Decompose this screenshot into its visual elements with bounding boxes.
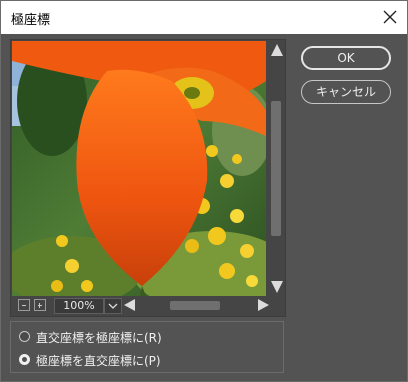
title-bar: 極座標: [1, 1, 407, 34]
zoom-level-field[interactable]: 100%: [54, 298, 104, 314]
scroll-left-arrow-icon[interactable]: [124, 299, 135, 311]
preview-panel: 100%: [10, 39, 286, 317]
horizontal-scroll-thumb[interactable]: [170, 301, 220, 310]
scroll-up-arrow-icon[interactable]: [271, 44, 283, 56]
polar-coordinates-dialog: 極座標 100% OK キャンセル 直交座標を極座標に(R) 極座標を直交座標に…: [0, 0, 408, 382]
conversion-options-group: 直交座標を極座標に(R) 極座標を直交座標に(P): [10, 321, 284, 373]
dialog-title: 極座標: [11, 13, 51, 28]
close-button[interactable]: [375, 3, 405, 31]
vertical-scrollbar[interactable]: [267, 41, 285, 296]
flower-photo: [12, 41, 266, 296]
scroll-down-arrow-icon[interactable]: [271, 281, 283, 293]
zoom-dropdown-button[interactable]: [104, 298, 122, 314]
preview-image[interactable]: [12, 41, 266, 296]
ok-button[interactable]: OK: [301, 46, 391, 70]
zoom-out-icon: [22, 305, 26, 306]
option-label: 極座標を直交座標に(P): [36, 354, 161, 368]
scroll-right-arrow-icon[interactable]: [258, 299, 269, 311]
zoom-out-button[interactable]: [18, 299, 30, 311]
radio-polar-to-rect[interactable]: [19, 354, 30, 365]
preview-toolbar: 100%: [12, 297, 284, 314]
chevron-down-icon: [108, 303, 118, 309]
zoom-in-button[interactable]: [34, 299, 46, 311]
cancel-button[interactable]: キャンセル: [301, 80, 391, 104]
close-icon: [383, 10, 397, 24]
vertical-scroll-thumb[interactable]: [271, 101, 281, 236]
radio-rect-to-polar[interactable]: [19, 331, 30, 342]
option-label: 直交座標を極座標に(R): [36, 331, 162, 345]
